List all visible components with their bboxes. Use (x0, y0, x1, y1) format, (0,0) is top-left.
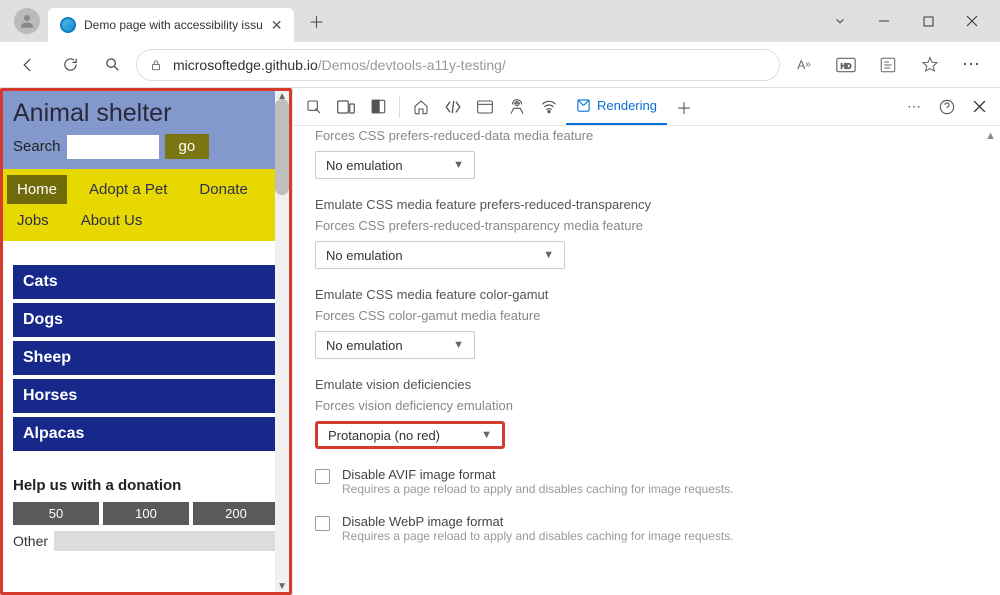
color-gamut-title: Emulate CSS media feature color-gamut (315, 287, 978, 302)
window-titlebar: Demo page with accessibility issu ✕ ＋ (0, 0, 1000, 42)
page-viewport: Animal shelter Search go Home Adopt a Pe… (0, 88, 292, 595)
reduced-trans-subtitle: Forces CSS prefers-reduced-transparency … (315, 218, 978, 233)
donate-100[interactable]: 100 (103, 502, 189, 525)
go-button[interactable]: go (165, 134, 210, 159)
site-header: Animal shelter Search go (3, 91, 289, 169)
disable-avif-checkbox[interactable] (315, 469, 330, 484)
devtools-more-icon[interactable]: ⋯ (900, 92, 930, 122)
maximize-button[interactable] (906, 5, 950, 37)
browser-tab[interactable]: Demo page with accessibility issu ✕ (48, 8, 294, 42)
minimize-button[interactable] (862, 5, 906, 37)
help-icon[interactable] (932, 92, 962, 122)
disable-avif-label: Disable AVIF image format (342, 467, 734, 482)
devtools-close-icon[interactable] (964, 92, 994, 122)
nav-adopt[interactable]: Adopt a Pet (79, 175, 177, 204)
disable-avif-desc: Requires a page reload to apply and disa… (342, 482, 734, 496)
animal-alpacas[interactable]: Alpacas (13, 417, 279, 451)
window-close-button[interactable] (950, 5, 994, 37)
network-icon[interactable] (534, 92, 564, 122)
lock-icon (149, 58, 163, 72)
disable-webp-desc: Requires a page reload to apply and disa… (342, 529, 734, 543)
scroll-thumb[interactable] (275, 99, 289, 195)
donate-50[interactable]: 50 (13, 502, 99, 525)
nav-jobs[interactable]: Jobs (7, 206, 59, 235)
page-scrollbar[interactable]: ▲ ▼ (275, 91, 289, 592)
back-button[interactable] (10, 47, 46, 83)
tab-rendering[interactable]: Rendering (566, 89, 667, 125)
reduced-trans-title: Emulate CSS media feature prefers-reduce… (315, 197, 978, 212)
browser-toolbar: microsoftedge.github.io/Demos/devtools-a… (0, 42, 1000, 88)
address-bar[interactable]: microsoftedge.github.io/Demos/devtools-a… (136, 49, 780, 81)
site-title: Animal shelter (13, 99, 279, 128)
donate-200[interactable]: 200 (193, 502, 279, 525)
new-tab-button[interactable]: ＋ (300, 5, 332, 37)
favorite-icon[interactable] (912, 47, 948, 83)
nav-donate[interactable]: Donate (189, 175, 257, 204)
disable-webp-checkbox[interactable] (315, 516, 330, 531)
welcome-icon[interactable] (406, 92, 436, 122)
device-icon[interactable] (331, 92, 361, 122)
scroll-down-icon[interactable]: ▼ (277, 581, 287, 592)
animal-sheep[interactable]: Sheep (13, 341, 279, 375)
console-icon[interactable] (470, 92, 500, 122)
animal-dogs[interactable]: Dogs (13, 303, 279, 337)
more-tabs-button[interactable]: ＋ (669, 92, 699, 122)
devtools-tabbar: Rendering ＋ ⋯ (293, 88, 1000, 126)
nav-home[interactable]: Home (7, 175, 67, 204)
vision-subtitle: Forces vision deficiency emulation (315, 398, 978, 413)
hd-icon[interactable]: HD (828, 47, 864, 83)
sources-icon[interactable] (502, 92, 532, 122)
reader-icon[interactable] (870, 47, 906, 83)
profile-avatar[interactable] (14, 8, 40, 34)
pane-scroll-up-icon[interactable]: ▲ (985, 130, 996, 142)
vision-title: Emulate vision deficiencies (315, 377, 978, 392)
read-aloud-icon[interactable]: A» (786, 47, 822, 83)
inspect-icon[interactable] (299, 92, 329, 122)
donation-heading: Help us with a donation (3, 461, 289, 502)
devtools-panel: Rendering ＋ ⋯ ▲ Forces CSS prefers-reduc… (292, 88, 1000, 595)
edge-favicon-icon (60, 17, 76, 33)
disable-webp-label: Disable WebP image format (342, 514, 734, 529)
svg-text:HD: HD (841, 61, 852, 70)
more-icon[interactable]: ⋯ (954, 47, 990, 83)
animal-horses[interactable]: Horses (13, 379, 279, 413)
other-amount-input[interactable] (54, 531, 279, 551)
dock-icon[interactable] (363, 92, 393, 122)
animal-list: Cats Dogs Sheep Horses Alpacas (3, 241, 289, 461)
reduced-trans-select[interactable]: No emulation▼ (315, 241, 565, 269)
reduced-data-select[interactable]: No emulation▼ (315, 151, 475, 179)
tab-close-icon[interactable]: ✕ (271, 17, 283, 34)
chevron-down-icon[interactable] (818, 5, 862, 37)
search-icon[interactable] (94, 47, 130, 83)
tab-title: Demo page with accessibility issu (84, 18, 263, 32)
vision-deficiency-select[interactable]: Protanopia (no red)▼ (315, 421, 505, 449)
main-nav: Home Adopt a Pet Donate Jobs About Us (3, 169, 289, 241)
animal-cats[interactable]: Cats (13, 265, 279, 299)
rendering-pane: ▲ Forces CSS prefers-reduced-data media … (293, 126, 1000, 595)
nav-about[interactable]: About Us (71, 206, 153, 235)
refresh-button[interactable] (52, 47, 88, 83)
color-gamut-subtitle: Forces CSS color-gamut media feature (315, 308, 978, 323)
other-label: Other (13, 533, 48, 549)
search-label: Search (13, 138, 61, 155)
search-input[interactable] (67, 135, 159, 159)
url-text: microsoftedge.github.io/Demos/devtools-a… (173, 57, 506, 73)
color-gamut-select[interactable]: No emulation▼ (315, 331, 475, 359)
reduced-data-subtitle: Forces CSS prefers-reduced-data media fe… (315, 128, 978, 143)
elements-icon[interactable] (438, 92, 468, 122)
